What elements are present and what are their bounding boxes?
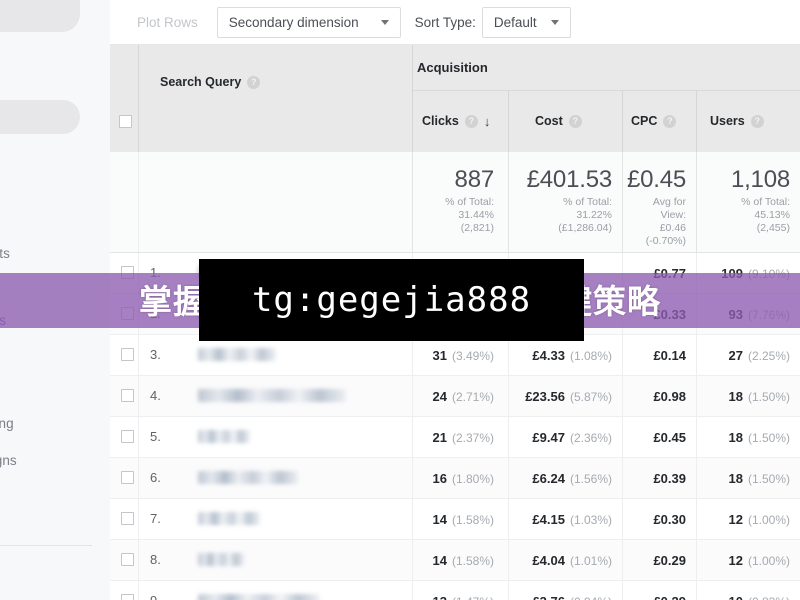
column-header-clicks[interactable]: Clicks ? ↓ — [422, 114, 490, 128]
summary-sub-cost: % of Total: 31.22% (£1,286.04) — [558, 196, 612, 234]
sort-descending-icon[interactable]: ↓ — [484, 115, 491, 128]
cell-cpc: £0.98 — [653, 389, 686, 404]
search-query-redacted[interactable] — [198, 348, 276, 361]
cell-clicks: 13(1.47%) — [412, 593, 495, 600]
watermark-box: tg:gegejia888 — [199, 259, 584, 341]
chevron-down-icon — [380, 19, 389, 25]
cell-cpc: £0.29 — [653, 553, 686, 568]
cell-cpc: £0.29 — [622, 593, 686, 600]
table-summary-row: 887 % of Total: 31.44% (2,821) £401.53 %… — [110, 152, 800, 253]
cell-clicks: 14 (1.58%) — [432, 553, 495, 568]
sort-type-label: Sort Type: — [414, 14, 476, 30]
cell-clicks: 24 (2.71%) — [432, 389, 495, 404]
table-row[interactable]: 9. 13(1.47%) £3.76(0.94%) £0.29 10(0.83%) — [110, 581, 800, 600]
help-icon[interactable]: ? — [464, 114, 478, 128]
table-row[interactable]: 4. 24 (2.71%) £23.56 (5.87%) £0.98 18 (1.50%) — [110, 376, 800, 417]
search-query-redacted[interactable] — [198, 512, 260, 525]
table-row[interactable]: 3. 31 (3.49%) £4.33 (1.08%) £0.14 27 (2.25%) — [110, 335, 800, 376]
cell-users: 12 (1.00%) — [728, 512, 791, 527]
cell-users: 10(0.83%) — [696, 593, 791, 600]
row-select-checkbox[interactable] — [121, 471, 134, 484]
sidebar-item-fragment-3[interactable]: eting — [0, 416, 14, 431]
row-rank: 7. — [150, 511, 161, 526]
cell-cost: £9.47 (2.36%) — [532, 430, 612, 445]
help-icon[interactable]: ? — [750, 114, 764, 128]
search-query-redacted[interactable] — [198, 594, 320, 600]
row-select-checkbox[interactable] — [121, 594, 134, 600]
cell-clicks: 14 (1.58%) — [432, 512, 495, 527]
table-toolbar: Plot Rows Secondary dimension Sort Type:… — [110, 0, 800, 45]
row-select-checkbox[interactable] — [121, 348, 134, 361]
help-icon[interactable]: ? — [247, 75, 261, 89]
row-select-checkbox[interactable] — [121, 553, 134, 566]
cell-cpc: £0.14 — [653, 348, 686, 363]
cell-cpc: £0.39 — [653, 471, 686, 486]
summary-cell-cost: £401.53 % of Total: 31.22% (£1,286.04) — [508, 166, 613, 235]
column-group-acquisition: Acquisition — [417, 60, 488, 75]
screenshot-root: y ents ries eting aigns le Plot Rows Sec… — [0, 0, 800, 600]
search-query-redacted[interactable] — [198, 471, 298, 484]
cell-cost: £6.24 (1.56%) — [532, 471, 612, 486]
summary-cell-cpc: £0.45 Avg for View: £0.46 (-0.70%) — [622, 166, 686, 248]
cell-users: 18 (1.50%) — [728, 389, 791, 404]
row-rank: 4. — [150, 388, 161, 403]
cell-cost: £4.04 (1.01%) — [532, 553, 612, 568]
row-select-checkbox[interactable] — [121, 430, 134, 443]
sidebar-item-fragment-1[interactable]: ents — [0, 246, 10, 261]
cell-cpc: £0.30 — [653, 512, 686, 527]
sidebar-divider — [0, 545, 92, 546]
search-query-redacted[interactable] — [198, 553, 244, 566]
column-header-users[interactable]: Users ? — [710, 114, 764, 128]
select-all-checkbox[interactable] — [119, 115, 132, 128]
watermark-text: tg:gegejia888 — [251, 280, 532, 320]
cell-cost: £23.56 (5.87%) — [525, 389, 612, 404]
secondary-dimension-dropdown[interactable]: Secondary dimension — [216, 6, 401, 38]
row-rank: 9. — [150, 593, 161, 600]
cell-cost: £4.15 (1.03%) — [532, 512, 612, 527]
cell-cost: £3.76(0.94%) — [508, 593, 612, 600]
row-rank: 8. — [150, 552, 161, 567]
table-row[interactable]: 8. 14 (1.58%) £4.04 (1.01%) £0.29 12 (1.00%) — [110, 540, 800, 581]
cell-clicks: 31 (3.49%) — [432, 348, 495, 363]
sort-type-dropdown[interactable]: Default — [481, 6, 571, 38]
row-select-checkbox[interactable] — [121, 512, 134, 525]
table-row[interactable]: 6. 16 (1.80%) £6.24 (1.56%) £0.39 18 (1.50%) — [110, 458, 800, 499]
row-rank: 6. — [150, 470, 161, 485]
sort-type-value: Default — [493, 14, 537, 30]
cell-cpc: £0.45 — [653, 430, 686, 445]
search-query-redacted[interactable] — [198, 430, 250, 443]
summary-sub-cpc: Avg for View: £0.46 (-0.70%) — [645, 196, 686, 247]
row-select-checkbox[interactable] — [121, 389, 134, 402]
summary-sub-users: % of Total: 45.13% (2,455) — [741, 196, 790, 234]
column-header-search-query[interactable]: Search Query ? — [160, 75, 261, 89]
cell-users: 27 (2.25%) — [728, 348, 791, 363]
summary-sub-clicks: % of Total: 31.44% (2,821) — [445, 196, 494, 234]
sidebar-pill-second[interactable] — [0, 100, 80, 134]
sidebar-pill-top[interactable] — [0, 0, 80, 32]
table-row[interactable]: 5. 21 (2.37%) £9.47 (2.36%) £0.45 18 (1.50%) — [110, 417, 800, 458]
row-rank: 5. — [150, 429, 161, 444]
cell-cost: £4.33 (1.08%) — [532, 348, 612, 363]
search-query-redacted[interactable] — [198, 389, 346, 402]
cell-users: 12 (1.00%) — [728, 553, 791, 568]
row-rank: 3. — [150, 347, 161, 362]
table-column-header-row: Search Query ? Clicks ? ↓ Cost ? CPC ? U… — [110, 75, 800, 152]
summary-cell-clicks: 887 % of Total: 31.44% (2,821) — [412, 166, 494, 235]
column-header-cpc[interactable]: CPC ? — [631, 114, 677, 128]
plot-rows-button[interactable]: Plot Rows — [124, 8, 211, 37]
sidebar-item-fragment-4[interactable]: aigns — [0, 453, 17, 468]
cell-users: 18 (1.50%) — [728, 430, 791, 445]
secondary-dimension-label: Secondary dimension — [228, 14, 359, 30]
chevron-down-icon — [550, 19, 559, 25]
column-header-cost[interactable]: Cost ? — [535, 114, 582, 128]
table-row[interactable]: 7. 14 (1.58%) £4.15 (1.03%) £0.30 12 (1.00%) — [110, 499, 800, 540]
cell-users: 18 (1.50%) — [728, 471, 791, 486]
cell-clicks: 16 (1.80%) — [432, 471, 495, 486]
summary-cell-users: 1,108 % of Total: 45.13% (2,455) — [696, 166, 790, 235]
help-icon[interactable]: ? — [663, 114, 677, 128]
cell-clicks: 21 (2.37%) — [432, 430, 495, 445]
help-icon[interactable]: ? — [568, 114, 582, 128]
